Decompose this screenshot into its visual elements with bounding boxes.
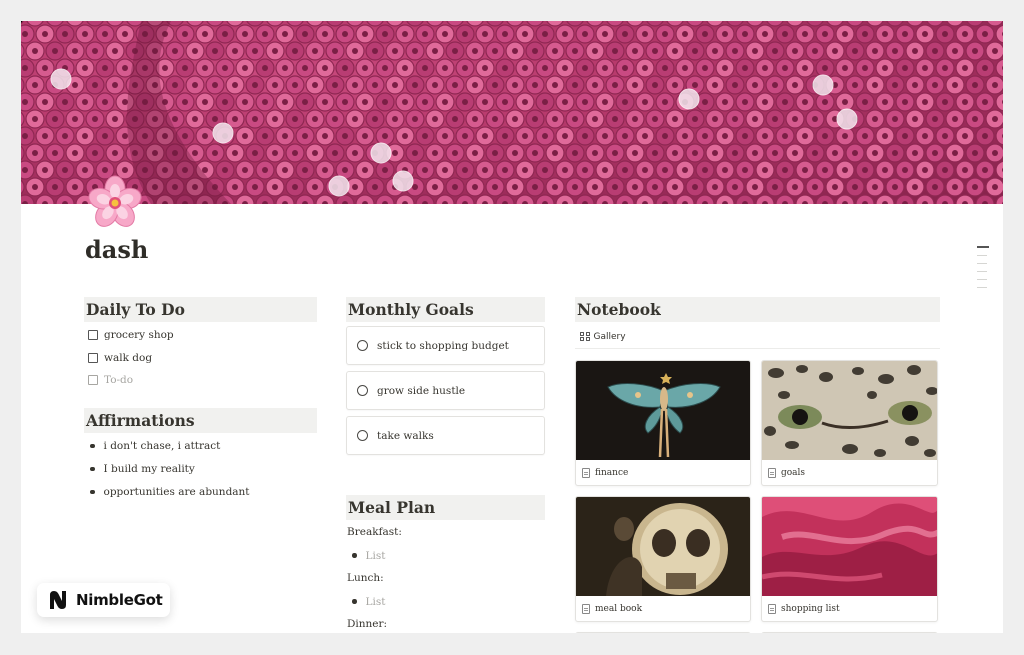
goal-card[interactable]: take walks: [346, 416, 545, 455]
sequin-pattern: [21, 21, 1003, 204]
notebook-heading: Notebook: [575, 297, 940, 322]
cover-image[interactable]: [21, 21, 1003, 204]
todo-label: walk dog: [104, 351, 153, 364]
gallery-card-finance[interactable]: finance: [575, 360, 751, 486]
column-right: Notebook Gallery finance goals meal book…: [575, 297, 940, 633]
gallery-card-shopping-list[interactable]: shopping list: [761, 496, 938, 622]
bullet-icon: [90, 443, 95, 449]
affirmation-text: i don't chase, i attract: [103, 440, 221, 452]
goal-card[interactable]: stick to shopping budget: [346, 326, 545, 365]
card-title: meal book: [595, 604, 643, 614]
page-icon: [582, 468, 590, 478]
affirmation-text: opportunities are abundant: [103, 486, 250, 498]
bullet-icon: [90, 489, 95, 495]
view-label: Gallery: [593, 331, 626, 342]
list-placeholder: List: [365, 549, 386, 562]
column-left: Daily To Do grocery shop walk dog To-do …: [84, 297, 317, 504]
todo-placeholder-label: To-do: [104, 374, 134, 387]
cherry-blossom-icon[interactable]: [84, 172, 146, 234]
page-title[interactable]: dash: [85, 235, 148, 264]
todo-item[interactable]: walk dog: [84, 347, 317, 370]
card-title: goals: [781, 468, 806, 478]
page-icon: [768, 604, 776, 614]
gallery-card[interactable]: [575, 632, 751, 633]
bullet-icon: [352, 599, 357, 604]
dinner-label[interactable]: Dinner:: [346, 613, 545, 633]
vintage-skull-illusion: [576, 497, 750, 596]
page-icon: [768, 468, 776, 478]
watermark-badge: NimbleGot: [37, 583, 170, 617]
goal-label: stick to shopping budget: [377, 339, 509, 352]
lunch-list[interactable]: List: [346, 590, 545, 613]
goal-card[interactable]: grow side hustle: [346, 371, 545, 410]
meal-plan-heading: Meal Plan: [346, 495, 545, 520]
breakfast-list[interactable]: List: [346, 544, 545, 567]
breakfast-label[interactable]: Breakfast:: [346, 521, 545, 544]
list-item[interactable]: I build my reality: [84, 458, 317, 481]
column-middle: Monthly Goals stick to shopping budget g…: [346, 297, 545, 633]
affirmation-text: I build my reality: [103, 463, 195, 475]
list-placeholder: List: [365, 595, 386, 608]
bullet-icon: [352, 553, 357, 558]
todo-placeholder[interactable]: To-do: [84, 369, 317, 392]
list-item[interactable]: opportunities are abundant: [84, 481, 317, 504]
table-of-contents-indicator[interactable]: [977, 246, 989, 295]
todo-label: grocery shop: [104, 329, 174, 342]
circle-icon: [357, 385, 368, 396]
bullet-icon: [90, 466, 95, 472]
nimblegot-logo-icon: [50, 591, 66, 609]
todo-item[interactable]: grocery shop: [84, 324, 317, 347]
checkbox-icon[interactable]: [88, 375, 98, 386]
card-title: finance: [595, 468, 629, 478]
notion-page: dash Daily To Do grocery shop walk dog T…: [21, 21, 1003, 633]
moth-illustration: [576, 361, 750, 460]
gallery-card[interactable]: [761, 632, 938, 633]
circle-icon: [357, 430, 368, 441]
watermark-brand: NimbleGot: [76, 591, 163, 609]
checkbox-icon[interactable]: [88, 330, 98, 341]
lunch-label[interactable]: Lunch:: [346, 567, 545, 590]
pink-paint-texture: [762, 497, 937, 596]
affirmations-heading: Affirmations: [84, 407, 317, 433]
goal-label: take walks: [377, 429, 434, 442]
monthly-goals-heading: Monthly Goals: [346, 297, 545, 322]
gallery-grid-icon: [580, 331, 590, 342]
page-icon: [582, 604, 590, 614]
gallery-card-meal-book[interactable]: meal book: [575, 496, 751, 622]
gallery-view-tab[interactable]: Gallery: [575, 325, 940, 349]
circle-icon: [357, 340, 368, 351]
gallery-grid: finance goals meal book shopping list: [575, 360, 940, 633]
leopard-photo: [762, 361, 937, 460]
checkbox-icon[interactable]: [88, 352, 98, 363]
daily-todo-heading: Daily To Do: [84, 297, 317, 322]
list-item[interactable]: i don't chase, i attract: [84, 435, 317, 458]
goal-label: grow side hustle: [377, 384, 466, 397]
gallery-card-goals[interactable]: goals: [761, 360, 938, 486]
card-title: shopping list: [781, 604, 840, 614]
